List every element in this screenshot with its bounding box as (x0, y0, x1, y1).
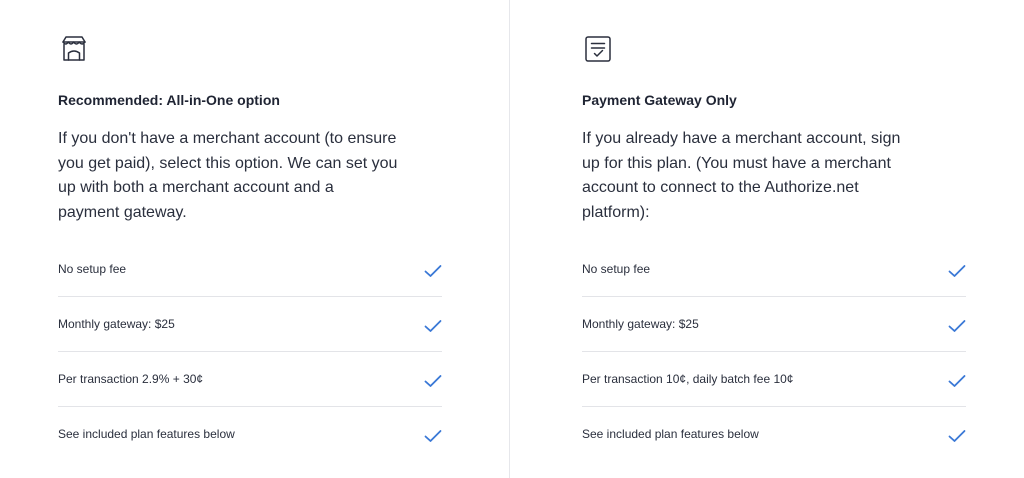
checkmark-icon (948, 264, 966, 278)
feature-label: See included plan features below (582, 427, 759, 441)
checkmark-icon (424, 319, 442, 333)
plan-description: If you don't have a merchant account (to… (58, 130, 398, 221)
feature-row: No setup fee (58, 242, 442, 297)
feature-row: Monthly gateway: $25 (582, 297, 966, 352)
feature-list: No setup fee Monthly gateway: $25 Per tr… (58, 242, 442, 461)
checkmark-icon (948, 374, 966, 388)
checkmark-icon (424, 264, 442, 278)
feature-label: Monthly gateway: $25 (58, 317, 175, 331)
feature-row: Per transaction 10¢, daily batch fee 10¢ (582, 352, 966, 407)
storefront-icon (58, 33, 90, 65)
plan-title: Recommended: All-in-One option (58, 92, 280, 108)
feature-row: See included plan features below (58, 407, 442, 461)
feature-label: No setup fee (58, 262, 127, 276)
checkmark-icon (948, 319, 966, 333)
feature-row: No setup fee (582, 242, 966, 297)
plan-description: If you already have a merchant account, … (582, 130, 901, 221)
feature-row: Per transaction 2.9% + 30¢ (58, 352, 442, 407)
checkmark-icon (424, 374, 442, 388)
feature-label: Monthly gateway: $25 (582, 317, 699, 331)
checkmark-icon (424, 429, 442, 443)
feature-label: Per transaction 10¢, daily batch fee 10¢ (582, 372, 794, 386)
feature-label: See included plan features below (58, 427, 235, 441)
column-divider (509, 0, 510, 478)
feature-row: Monthly gateway: $25 (58, 297, 442, 352)
receipt-check-icon (582, 33, 614, 65)
checkmark-icon (948, 429, 966, 443)
plan-title: Payment Gateway Only (582, 92, 737, 108)
feature-label: Per transaction 2.9% + 30¢ (58, 372, 204, 386)
feature-list: No setup fee Monthly gateway: $25 Per tr… (582, 242, 966, 461)
feature-label: No setup fee (582, 262, 651, 276)
feature-row: See included plan features below (582, 407, 966, 461)
